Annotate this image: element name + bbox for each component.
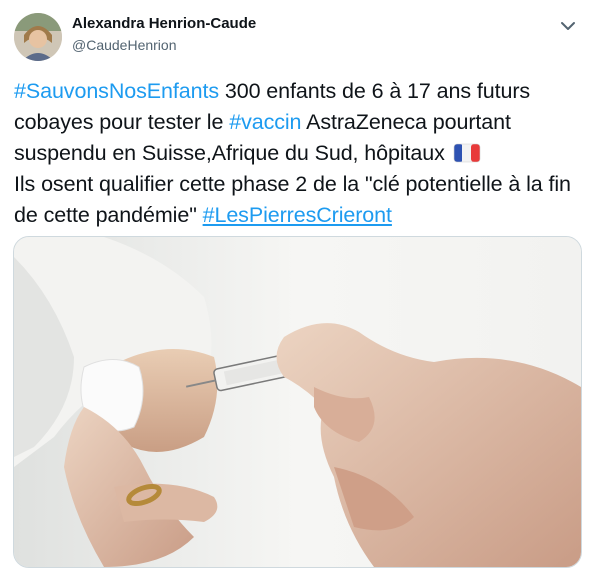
avatar-image (14, 13, 62, 61)
author-handle[interactable]: @CaudeHenrion (72, 37, 177, 53)
author-name[interactable]: Alexandra Henrion-Caude (72, 15, 256, 32)
avatar[interactable] (14, 13, 62, 61)
hashtag-lespierrescrieront[interactable]: #LesPierresCrieront (203, 203, 392, 227)
tweet-media-image[interactable] (13, 236, 582, 568)
tweet-text: #SauvonsNosEnfants 300 enfants de 6 à 17… (14, 76, 584, 231)
hashtag-sauvonsnosenfants[interactable]: #SauvonsNosEnfants (14, 79, 219, 103)
chevron-down-icon[interactable] (558, 16, 578, 36)
hashtag-vaccin[interactable]: #vaccin (229, 110, 301, 134)
france-flag-icon (453, 141, 481, 163)
